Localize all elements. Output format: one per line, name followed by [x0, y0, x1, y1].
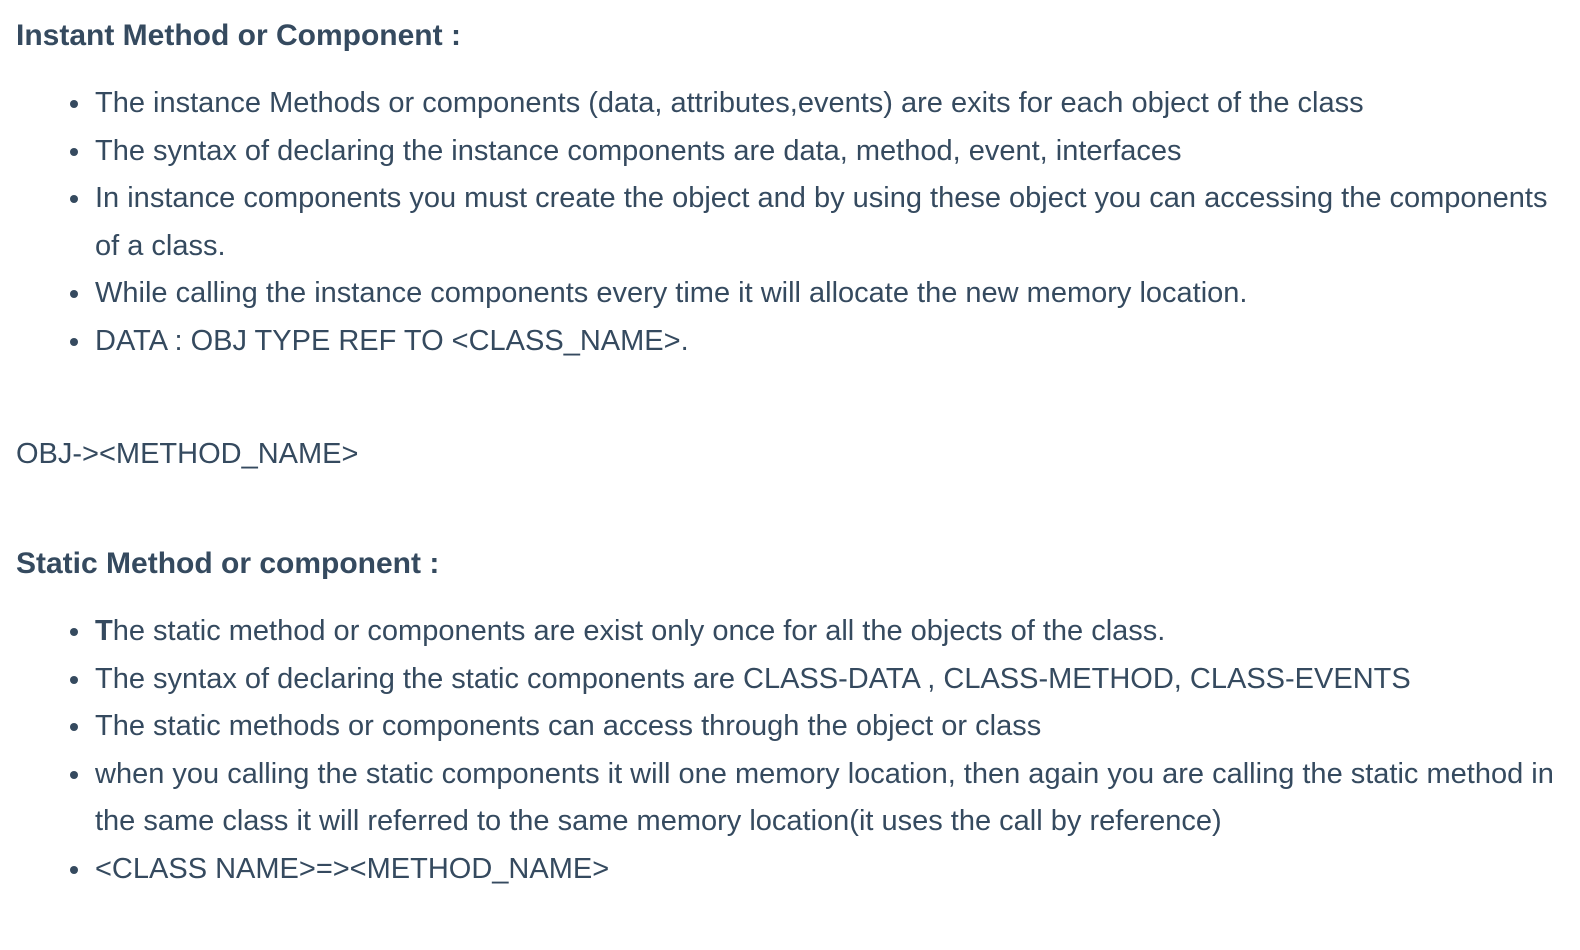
- list-item-text: The syntax of declaring the instance com…: [95, 134, 1182, 167]
- document-page: Instant Method or Component : The instan…: [0, 0, 1580, 950]
- list-item-text: DATA : OBJ TYPE REF TO <CLASS_NAME>.: [95, 324, 689, 357]
- static-bullet-list: The static method or components are exis…: [0, 608, 1575, 893]
- list-item: The syntax of declaring the instance com…: [0, 128, 1575, 176]
- list-item: The syntax of declaring the static compo…: [0, 656, 1575, 704]
- list-item-text: when you calling the static components i…: [95, 757, 1554, 838]
- bullet-icon: [70, 675, 78, 684]
- bullet-icon: [70, 100, 78, 108]
- list-item: <CLASS NAME>=><METHOD_NAME>: [0, 846, 1575, 894]
- instant-section-heading: Instant Method or Component :: [16, 19, 461, 52]
- list-item: The static method or components are exis…: [0, 608, 1575, 656]
- bullet-icon: [70, 770, 78, 779]
- list-item-text: The instance Methods or components (data…: [95, 87, 1364, 119]
- bullet-icon: [70, 337, 78, 346]
- bullet-icon: [70, 290, 78, 298]
- list-item: The instance Methods or components (data…: [0, 80, 1575, 128]
- list-item: The static methods or components can acc…: [0, 703, 1575, 751]
- list-item: In instance components you must create t…: [0, 175, 1575, 270]
- static-section-heading: Static Method or component :: [16, 547, 440, 580]
- bold-initial: T: [95, 615, 113, 647]
- instant-bullet-list: The instance Methods or components (data…: [0, 80, 1575, 365]
- list-item-text: While calling the instance components ev…: [95, 277, 1248, 309]
- list-item-text: <CLASS NAME>=><METHOD_NAME>: [95, 852, 610, 885]
- bullet-icon: [70, 628, 78, 636]
- list-item: DATA : OBJ TYPE REF TO <CLASS_NAME>.: [0, 318, 1575, 366]
- bullet-icon: [70, 195, 78, 203]
- list-item-text: The static methods or components can acc…: [95, 710, 1042, 742]
- list-item-text: The syntax of declaring the static compo…: [95, 662, 1411, 695]
- bullet-icon: [70, 865, 78, 874]
- list-item-text: In instance components you must create t…: [95, 182, 1548, 262]
- list-item: when you calling the static components i…: [0, 751, 1575, 846]
- list-item-text-rest: he static method or components are exist…: [112, 615, 1166, 647]
- list-item-text: The static method or components are exis…: [95, 608, 1575, 656]
- list-item: While calling the instance components ev…: [0, 270, 1575, 318]
- bullet-icon: [70, 723, 78, 731]
- method-call-example: OBJ-><METHOD_NAME>: [16, 438, 359, 470]
- bullet-icon: [70, 147, 78, 156]
